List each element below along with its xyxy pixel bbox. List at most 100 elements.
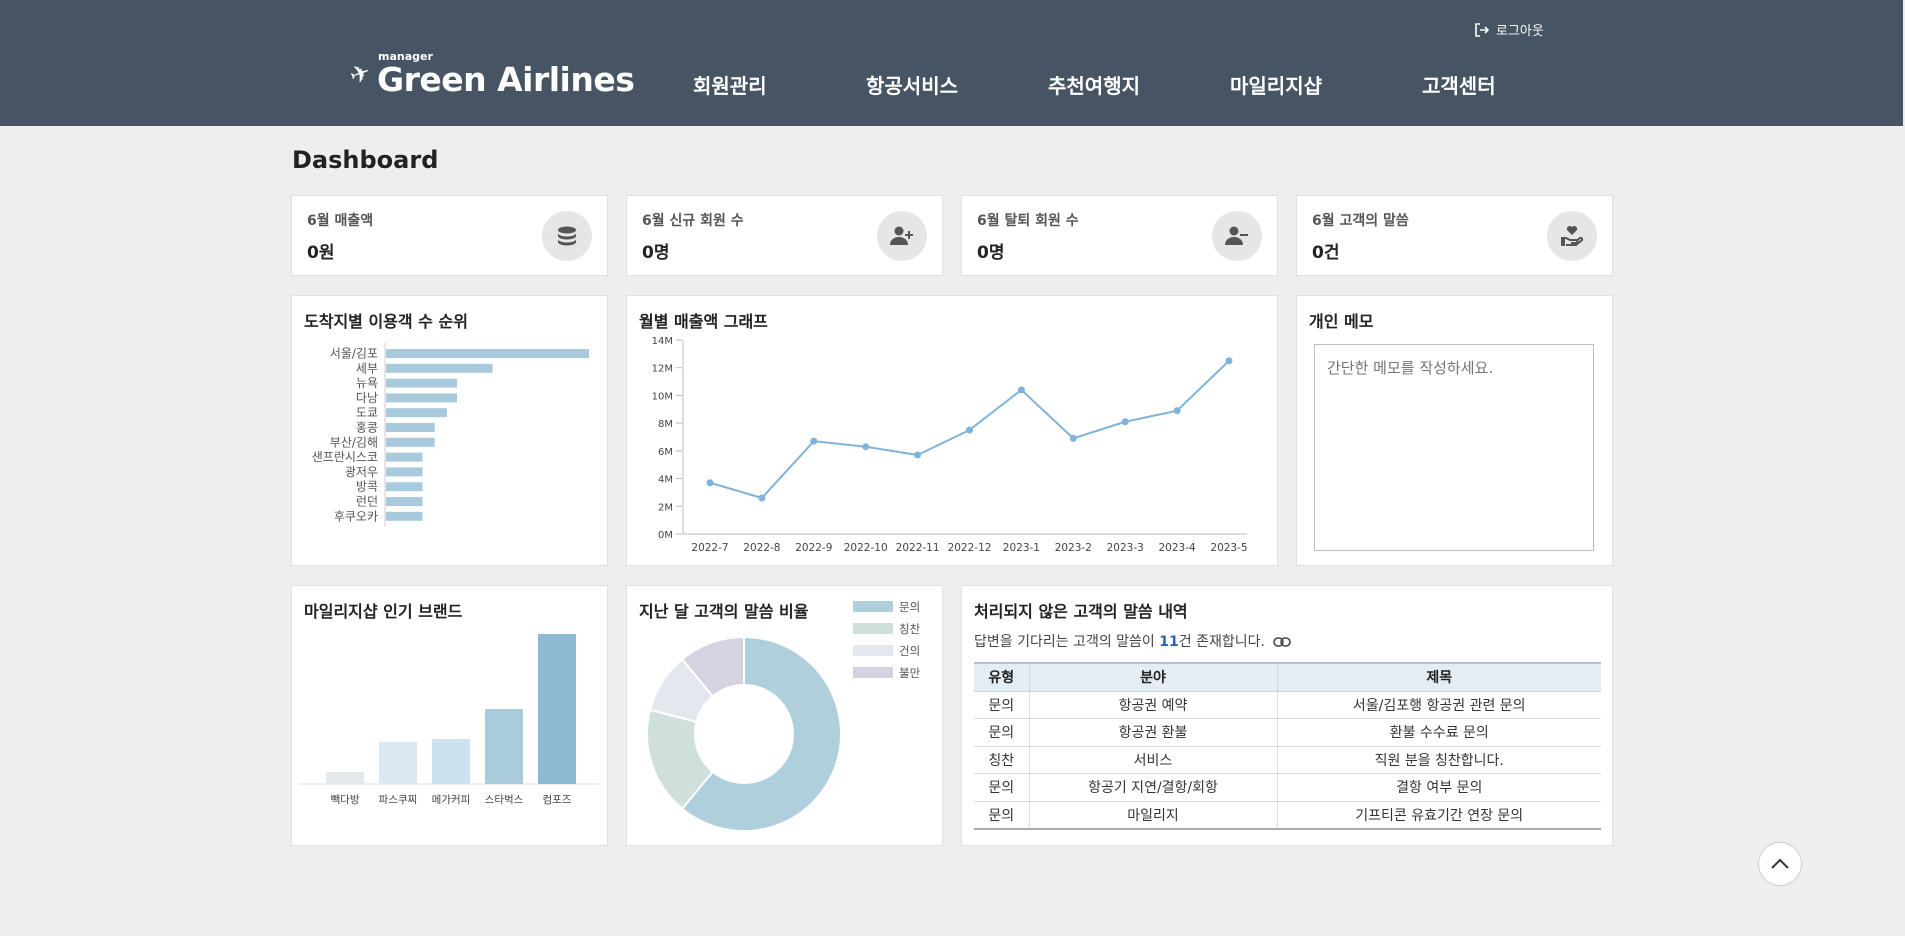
user-minus-icon [1212, 211, 1262, 261]
ratio-panel: 지난 달 고객의 말씀 비율 문의 칭찬 건의 불만 [626, 585, 943, 846]
tick-label: 런던 [356, 495, 378, 509]
scroll-to-top-button[interactable] [1758, 842, 1802, 886]
tick-label: 빽다방 [331, 794, 360, 806]
cell-title: 직원 분을 칭찬합니다. [1276, 746, 1601, 774]
table-row[interactable]: 칭찬 서비스 직원 분을 칭찬합니다. [974, 746, 1601, 774]
brand-bar-chart: 빽다방 파스쿠찌 메가커피 스타벅스 컴포즈 [300, 634, 599, 806]
bar-부산/김해 [386, 437, 435, 447]
cell-title: 서울/김포행 항공권 관련 문의 [1276, 691, 1601, 719]
y-tick-label: 6M [658, 447, 673, 458]
tick-label: 광저우 [345, 465, 378, 479]
stat-card-customer-voice: 6월 고객의 말씀 0건 [1296, 195, 1613, 276]
stat-label: 6월 신규 회원 수 [642, 213, 744, 229]
revenue-chart-panel: 월별 매출액 그래프 0M 2M 4M 6M 8M 10M 12M 14M 2022-7 2022… [626, 295, 1278, 566]
tick-label: 샌프란시스코 [312, 450, 378, 464]
chevron-up-icon [1771, 858, 1789, 869]
bar-런던 [386, 497, 423, 506]
destination-bar-chart: 서울/김포세부뉴욕다낭도쿄홍콩부산/김해샌프란시스코광저우방콕런던후쿠오카 [312, 343, 589, 527]
logout-button[interactable]: 로그아웃 [1474, 20, 1544, 39]
table-row[interactable]: 문의 마일리지 기프티콘 유효기간 연장 문의 [974, 801, 1601, 830]
inquiries-table: 유형 분야 제목 문의 항공권 예약 서울/김포행 항공권 관련 문의 문의 항공권 환… [974, 662, 1601, 830]
revenue-line-chart: 0M 2M 4M 6M 8M 10M 12M 14M 2022-7 2022-8 2022-9 202… [652, 336, 1248, 554]
brands-panel: 마일리지샵 인기 브랜드 빽다방 파스쿠찌 메가커피 스타벅스 컴포즈 [291, 585, 608, 846]
link-icon[interactable] [1273, 636, 1292, 648]
stat-label: 6월 매출액 [307, 213, 374, 229]
y-tick-label: 12M [652, 364, 673, 375]
table-row[interactable]: 문의 항공기 지연/결항/회항 결항 여부 문의 [974, 773, 1601, 802]
y-tick-label: 0M [658, 530, 673, 541]
data-point-2023-3 [1121, 418, 1129, 426]
x-tick-label: 2023-4 [1158, 542, 1196, 554]
pending-inquiries-description: 답변을 기다리는 고객의 말씀이 11건 존재합니다. [974, 631, 1292, 651]
nav-mileage-shop[interactable]: 마일리지샵 [1230, 70, 1322, 99]
bar-샌프란시스코 [386, 452, 423, 462]
bar-홍콩 [386, 423, 435, 432]
cell-field: 마일리지 [1028, 801, 1277, 830]
table-header-row: 유형 분야 제목 [974, 662, 1601, 692]
y-tick-label: 2M [658, 502, 673, 513]
legend-label: 칭찬 [899, 622, 921, 636]
bar-빽다방 [326, 772, 364, 784]
panel-title: 마일리지샵 인기 브랜드 [304, 602, 463, 621]
cell-type: 문의 [974, 691, 1029, 719]
memo-input[interactable] [1314, 344, 1594, 551]
nav-flight-services[interactable]: 항공서비스 [866, 70, 958, 99]
data-point-2022-7 [706, 479, 714, 487]
nav-customer-center[interactable]: 고객센터 [1422, 70, 1496, 99]
data-point-2022-12 [966, 426, 973, 434]
bar-방콕 [386, 482, 423, 492]
cell-title: 결항 여부 문의 [1276, 773, 1601, 802]
legend-swatch [853, 645, 893, 656]
legend-label: 건의 [899, 644, 920, 658]
pending-inquiries-panel: 처리되지 않은 고객의 말씀 내역 답변을 기다리는 고객의 말씀이 11건 존… [961, 585, 1613, 846]
table-row[interactable]: 문의 항공권 환불 환불 수수료 문의 [974, 718, 1601, 747]
bar-도쿄 [386, 408, 447, 418]
bar-파스쿠찌 [379, 742, 417, 784]
legend-swatch [853, 667, 893, 678]
x-tick-label: 2022-11 [896, 542, 940, 554]
legend-label: 불만 [899, 666, 921, 680]
y-tick-label: 8M [658, 419, 673, 430]
cell-field: 서비스 [1028, 746, 1277, 774]
tick-label: 홍콩 [356, 421, 378, 435]
stat-value: 0건 [1312, 243, 1340, 263]
cell-type: 칭찬 [974, 746, 1029, 774]
tick-label: 서울/김포 [330, 347, 378, 361]
tick-label: 부산/김해 [330, 435, 378, 449]
nav-members[interactable]: 회원관리 [693, 70, 767, 99]
desc-text: 건 존재합니다. [1178, 634, 1265, 650]
x-tick-label: 2023-2 [1055, 542, 1092, 554]
bar-스타벅스 [485, 709, 523, 784]
cell-type: 문의 [974, 801, 1029, 830]
inquiry-ratio-donut-chart: 문의칭찬건의불만 [646, 600, 921, 832]
tick-label: 세부 [356, 361, 378, 375]
column-header-type: 유형 [974, 662, 1029, 692]
x-tick-label: 2023-5 [1210, 542, 1247, 554]
bar-컴포즈 [538, 634, 576, 784]
table-row[interactable]: 문의 항공권 예약 서울/김포행 항공권 관련 문의 [974, 691, 1601, 719]
bar-메가커피 [432, 739, 470, 784]
tick-label: 후쿠오카 [334, 509, 378, 523]
data-point-2023-5 [1225, 357, 1233, 365]
pending-count: 11 [1159, 634, 1179, 650]
stat-card-new-members: 6월 신규 회원 수 0명 [626, 195, 943, 276]
cell-type: 문의 [974, 718, 1029, 747]
airplane-icon: ✈ [345, 57, 375, 91]
x-tick-label: 2022-10 [844, 542, 888, 554]
stat-value: 0명 [977, 243, 1005, 263]
database-coins-icon [542, 211, 592, 261]
tick-label: 다낭 [356, 391, 378, 405]
column-header-field: 분야 [1028, 662, 1277, 692]
user-plus-icon [877, 211, 927, 261]
stat-label: 6월 고객의 말씀 [1312, 213, 1409, 229]
cell-title: 기프티콘 유효기간 연장 문의 [1276, 801, 1601, 830]
data-point-2022-11 [914, 451, 922, 459]
legend-swatch [853, 623, 893, 634]
tick-label: 방콕 [356, 480, 378, 494]
panel-title: 처리되지 않은 고객의 말씀 내역 [974, 602, 1188, 621]
nav-recommended-destinations[interactable]: 추천여행지 [1048, 70, 1140, 99]
y-tick-label: 10M [652, 391, 673, 402]
x-tick-label: 2023-3 [1107, 542, 1144, 554]
tick-label: 뉴욕 [356, 376, 378, 390]
cell-field: 항공권 환불 [1028, 718, 1277, 747]
